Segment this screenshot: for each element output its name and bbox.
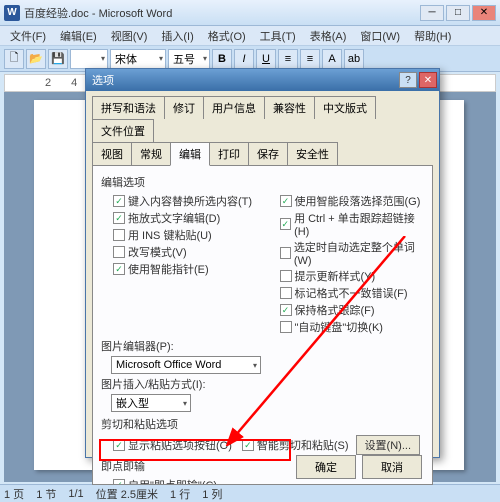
checkbox-right-3[interactable]: 提示更新样式(Y)	[280, 268, 425, 284]
checkbox-right-2[interactable]: 选定时自动选定整个单词(W)	[280, 239, 425, 267]
menu-edit[interactable]: 编辑(E)	[54, 26, 103, 46]
checkbox-icon[interactable]	[280, 287, 292, 299]
menu-view[interactable]: 视图(V)	[105, 26, 154, 46]
checkbox-left-3[interactable]: 改写模式(V)	[113, 244, 258, 260]
cancel-button[interactable]: 取消	[362, 455, 422, 479]
checkbox-icon[interactable]	[280, 247, 291, 259]
titlebar: W 百度经验.doc - Microsoft Word ─ □ ✕	[0, 0, 500, 26]
tab-revisions[interactable]: 修订	[164, 96, 204, 119]
checkbox-icon[interactable]: ✓	[280, 195, 292, 207]
text-color-icon[interactable]: A	[322, 49, 342, 69]
checkbox-icon[interactable]: ✓	[113, 439, 125, 451]
statusbar: 1 页 1 节 1/1 位置 2.5厘米 1 行 1 列	[0, 484, 500, 502]
status-line: 1 行	[170, 486, 190, 502]
menu-window[interactable]: 窗口(W)	[354, 26, 406, 46]
style-dropdown[interactable]	[70, 49, 108, 69]
settings-button[interactable]: 设置(N)...	[356, 435, 420, 455]
status-position: 位置 2.5厘米	[96, 486, 158, 502]
dropdown-pic-paste[interactable]: 嵌入型	[111, 394, 191, 412]
dialog-titlebar[interactable]: 选项 ? ✕	[86, 69, 439, 91]
dialog-help-button[interactable]: ?	[399, 72, 417, 88]
close-button[interactable]: ✕	[472, 5, 496, 21]
checkbox-left-4[interactable]: ✓使用智能指针(E)	[113, 261, 258, 277]
checkbox-icon[interactable]: ✓	[113, 195, 125, 207]
highlight-icon[interactable]: ab	[344, 49, 364, 69]
underline-button[interactable]: U	[256, 49, 276, 69]
checkbox-icon[interactable]	[113, 246, 125, 258]
checkbox-right-6[interactable]: "自动键盘"切换(K)	[280, 319, 425, 335]
right-column: ✓使用智能段落选择范围(G)✓用 Ctrl + 单击跟踪超链接(H)选定时自动选…	[268, 192, 425, 336]
ok-button[interactable]: 确定	[296, 455, 356, 479]
tab-view[interactable]: 视图	[92, 142, 132, 166]
checkbox-icon[interactable]	[280, 270, 292, 282]
left-column: ✓键入内容替换所选内容(T)✓拖放式文字编辑(D)用 INS 键粘贴(U)改写模…	[101, 192, 258, 336]
dropdown-pic-editor[interactable]: Microsoft Office Word	[111, 356, 261, 374]
label-pic-paste: 图片插入/粘贴方式(I):	[101, 376, 424, 392]
tab-print[interactable]: 打印	[209, 142, 249, 166]
checkbox-enable-click-type[interactable]: ✓ 启用"即点即输"(C)	[113, 477, 258, 485]
options-dialog: 选项 ? ✕ 拼写和语法 修订 用户信息 兼容性 中文版式 文件位置 视图 常规…	[85, 68, 440, 458]
checkbox-right-4[interactable]: 标记格式不一致错误(F)	[280, 285, 425, 301]
align-left-icon[interactable]: ≡	[278, 49, 298, 69]
status-col: 1 列	[202, 486, 222, 502]
tab-panel-edit: 编辑选项 ✓键入内容替换所选内容(T)✓拖放式文字编辑(D)用 INS 键粘贴(…	[92, 165, 433, 485]
maximize-button[interactable]: □	[446, 5, 470, 21]
checkbox-icon[interactable]: ✓	[113, 479, 125, 485]
checkbox-icon[interactable]: ✓	[280, 218, 292, 230]
ruler-mark: 2	[45, 77, 51, 89]
section-edit-options: 编辑选项	[101, 174, 424, 190]
checkbox-left-2[interactable]: 用 INS 键粘贴(U)	[113, 227, 258, 243]
ruler-mark: 4	[71, 77, 77, 89]
size-dropdown[interactable]: 五号	[168, 49, 210, 69]
checkbox-left-1[interactable]: ✓拖放式文字编辑(D)	[113, 210, 258, 226]
label-pic-editor: 图片编辑器(P):	[101, 338, 424, 354]
checkbox-icon[interactable]	[280, 321, 292, 333]
bold-button[interactable]: B	[212, 49, 232, 69]
menu-format[interactable]: 格式(O)	[202, 26, 252, 46]
window-title: 百度经验.doc - Microsoft Word	[24, 5, 420, 21]
status-page: 1 页	[4, 486, 24, 502]
align-center-icon[interactable]: ≡	[300, 49, 320, 69]
tab-compat[interactable]: 兼容性	[264, 96, 315, 119]
status-pages: 1/1	[68, 488, 83, 500]
checkbox-icon[interactable]: ✓	[113, 212, 125, 224]
dialog-close-button[interactable]: ✕	[419, 72, 437, 88]
tab-save[interactable]: 保存	[248, 142, 288, 166]
open-icon[interactable]: 📂	[26, 49, 46, 69]
menu-file[interactable]: 文件(F)	[4, 26, 52, 46]
checkbox-right-0[interactable]: ✓使用智能段落选择范围(G)	[280, 193, 425, 209]
dialog-title: 选项	[92, 72, 114, 88]
checkbox-icon[interactable]: ✓	[113, 263, 125, 275]
tab-fileloc[interactable]: 文件位置	[92, 119, 154, 142]
italic-button[interactable]: I	[234, 49, 254, 69]
menu-table[interactable]: 表格(A)	[304, 26, 353, 46]
status-section: 1 节	[36, 486, 56, 502]
tab-security[interactable]: 安全性	[287, 142, 338, 166]
checkbox-show-paste-options[interactable]: ✓ 显示粘贴选项按钮(O)	[113, 435, 232, 455]
checkbox-right-1[interactable]: ✓用 Ctrl + 单击跟踪超链接(H)	[280, 210, 425, 238]
tab-strip: 拼写和语法 修订 用户信息 兼容性 中文版式 文件位置 视图 常规 编辑 打印 …	[86, 91, 439, 165]
font-dropdown[interactable]: 宋体	[110, 49, 166, 69]
checkbox-right-5[interactable]: ✓保持格式跟踪(F)	[280, 302, 425, 318]
main-window: W 百度经验.doc - Microsoft Word ─ □ ✕ 文件(F) …	[0, 0, 500, 502]
menubar: 文件(F) 编辑(E) 视图(V) 插入(I) 格式(O) 工具(T) 表格(A…	[0, 26, 500, 46]
menu-tools[interactable]: 工具(T)	[254, 26, 302, 46]
new-icon[interactable]: 🗋	[4, 49, 24, 69]
checkbox-icon[interactable]: ✓	[242, 439, 254, 451]
checkbox-left-0[interactable]: ✓键入内容替换所选内容(T)	[113, 193, 258, 209]
minimize-button[interactable]: ─	[420, 5, 444, 21]
checkbox-smart-cutpaste[interactable]: ✓ 智能剪切和粘贴(S) 设置(N)...	[242, 435, 420, 455]
checkbox-icon[interactable]	[113, 229, 125, 241]
tab-asian[interactable]: 中文版式	[314, 96, 376, 119]
tab-userinfo[interactable]: 用户信息	[203, 96, 265, 119]
tab-spelling[interactable]: 拼写和语法	[92, 96, 165, 119]
word-icon: W	[4, 5, 20, 21]
tab-edit[interactable]: 编辑	[170, 142, 210, 166]
save-icon[interactable]: 💾	[48, 49, 68, 69]
tab-general[interactable]: 常规	[131, 142, 171, 166]
checkbox-icon[interactable]: ✓	[280, 304, 292, 316]
section-cutpaste: 剪切和粘贴选项	[101, 416, 424, 432]
menu-insert[interactable]: 插入(I)	[155, 26, 199, 46]
menu-help[interactable]: 帮助(H)	[408, 26, 457, 46]
